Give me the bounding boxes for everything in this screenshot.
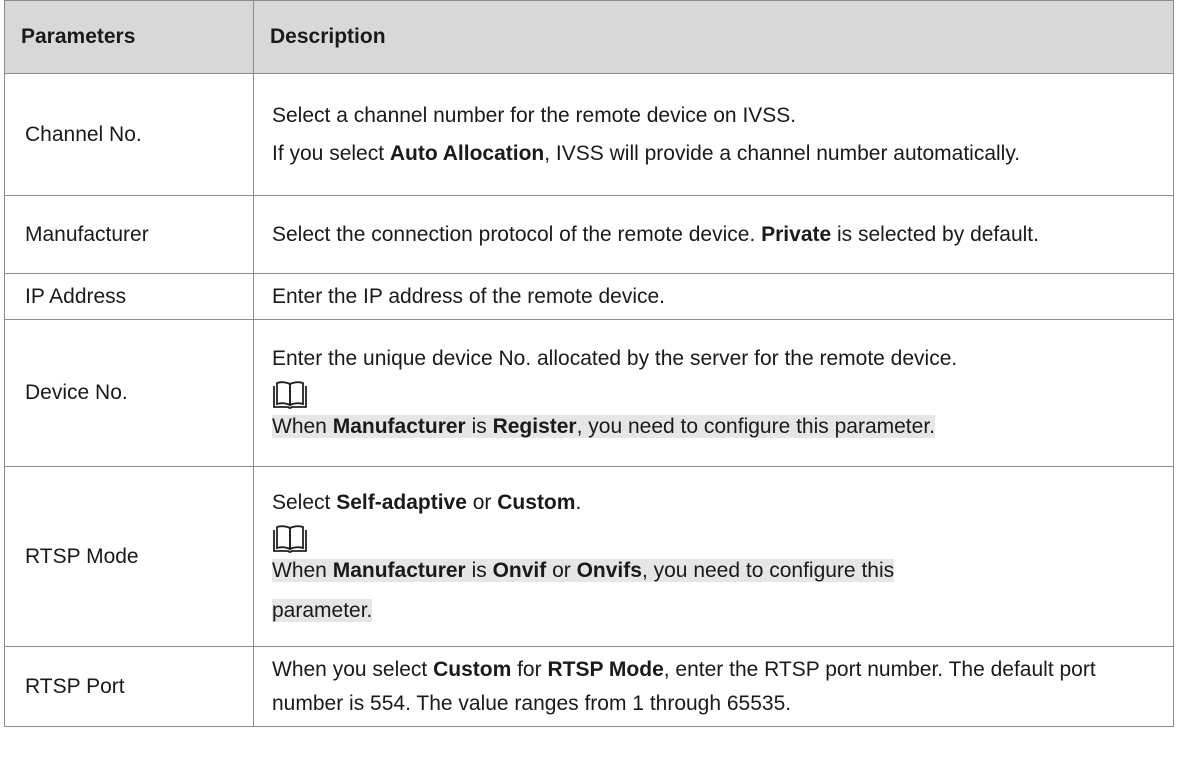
table-row: RTSP Mode Select Self-adaptive or Custom… (4, 466, 1174, 647)
param-rtsp-mode: RTSP Mode (4, 466, 254, 647)
param-manufacturer: Manufacturer (4, 195, 254, 274)
param-channel-no: Channel No. (4, 73, 254, 196)
desc-device-no: Enter the unique device No. allocated by… (253, 319, 1174, 467)
table-row: Channel No. Select a channel number for … (4, 73, 1174, 196)
desc-text: Select a channel number for the remote d… (272, 103, 797, 127)
desc-ip-address: Enter the IP address of the remote devic… (253, 273, 1174, 320)
desc-rtsp-mode: Select Self-adaptive or Custom. When Man… (253, 466, 1174, 647)
desc-channel-no: Select a channel number for the remote d… (253, 73, 1174, 196)
desc-text: Select the connection protocol of the re… (272, 222, 1039, 246)
param-rtsp-port: RTSP Port (4, 646, 254, 727)
desc-text: If you select Auto Allocation, IVSS will… (272, 141, 1021, 165)
desc-text: Select Self-adaptive or Custom. (272, 490, 582, 514)
param-ip-address: IP Address (4, 273, 254, 320)
desc-text: Enter the unique device No. allocated by… (272, 347, 958, 370)
desc-manufacturer: Select the connection protocol of the re… (253, 195, 1174, 274)
param-device-no: Device No. (4, 319, 254, 467)
table-row: RTSP Port When you select Custom for RTS… (4, 646, 1174, 727)
note-book-icon (273, 381, 307, 409)
table-row: Manufacturer Select the connection proto… (4, 195, 1174, 274)
desc-text: When you select Custom for RTSP Mode, en… (272, 657, 1096, 715)
table-row: Device No. Enter the unique device No. a… (4, 319, 1174, 467)
note-text: parameter. (272, 598, 373, 622)
header-parameters: Parameters (4, 0, 254, 74)
note-book-icon (273, 524, 307, 553)
parameters-table: Parameters Description Channel No. Selec… (4, 0, 1174, 727)
table-header-row: Parameters Description (4, 0, 1174, 74)
header-description: Description (253, 0, 1174, 74)
note-text: When Manufacturer is Register, you need … (272, 415, 935, 438)
table-row: IP Address Enter the IP address of the r… (4, 273, 1174, 320)
desc-rtsp-port: When you select Custom for RTSP Mode, en… (253, 646, 1174, 727)
note-text: When Manufacturer is Onvif or Onvifs, yo… (272, 558, 895, 582)
